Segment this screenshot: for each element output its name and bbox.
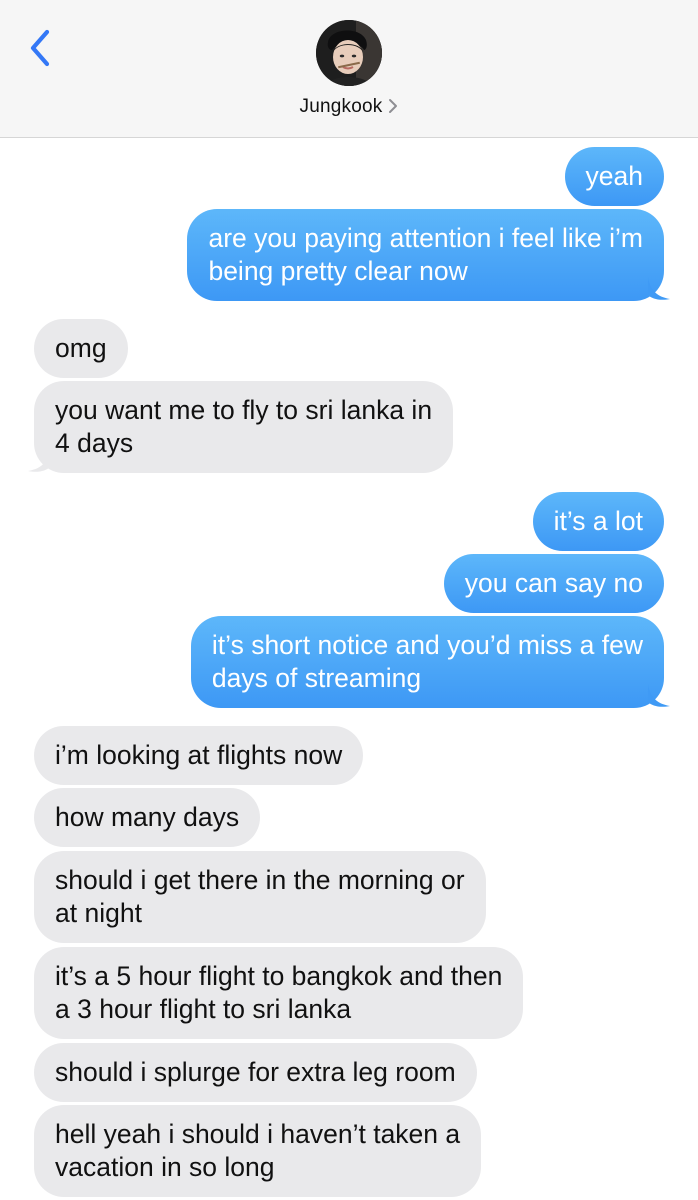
sent-message-bubble[interactable]: yeah: [564, 147, 664, 206]
message-text-line: being pretty clear now: [208, 256, 468, 286]
message-text: how many days: [55, 802, 240, 832]
message-thread: yeah are you paying attention i feel lik…: [0, 138, 698, 1200]
message-text-line: it’s short notice and you’d miss a few: [211, 630, 643, 660]
message-text-line: should i get there in the morning or: [55, 865, 465, 895]
message-text-line: hell yeah i should i haven’t taken a: [55, 1119, 461, 1149]
conversation-header: Jungkook: [0, 0, 698, 138]
sent-bubble-tail: [648, 684, 670, 707]
received-message-bubble[interactable]: hell yeah i should i haven’t taken a vac…: [34, 1105, 482, 1197]
contact-avatar[interactable]: [316, 20, 382, 86]
chevron-left-icon: [30, 29, 50, 67]
message-text-line: at night: [55, 898, 142, 928]
contact-name-button[interactable]: Jungkook: [0, 96, 698, 118]
message-text-line: vacation in so long: [55, 1152, 275, 1182]
message-text-line: 4 days: [55, 428, 134, 458]
chevron-right-icon: [389, 99, 398, 113]
message-text: yeah: [585, 161, 643, 191]
message-text-line: you want me to fly to sri lanka in: [55, 395, 433, 425]
sent-message-bubble[interactable]: are you paying attention i feel like i’m…: [187, 209, 664, 301]
back-button[interactable]: [22, 26, 62, 70]
received-message-bubble[interactable]: it’s a 5 hour flight to bangkok and then…: [34, 947, 524, 1039]
message-text: omg: [55, 333, 107, 363]
sent-bubble-tail: [648, 277, 670, 300]
message-text: it’s a lot: [553, 506, 643, 536]
message-text: you can say no: [464, 568, 643, 598]
avatar-photo: [316, 20, 382, 86]
received-message-bubble[interactable]: omg: [34, 319, 128, 378]
message-text-line: are you paying attention i feel like i’m: [208, 223, 643, 253]
received-message-bubble[interactable]: i’m looking at flights now: [34, 726, 364, 785]
message-text-line: a 3 hour flight to sri lanka: [55, 994, 352, 1024]
received-message-bubble[interactable]: how many days: [34, 788, 261, 847]
sent-message-bubble[interactable]: it’s a lot: [532, 492, 664, 551]
received-message-bubble[interactable]: you want me to fly to sri lanka in 4 day…: [34, 381, 454, 473]
message-text-line: it’s a 5 hour flight to bangkok and then: [55, 961, 503, 991]
received-message-bubble[interactable]: should i get there in the morning or at …: [34, 851, 486, 943]
sent-message-bubble[interactable]: it’s short notice and you’d miss a few d…: [190, 616, 664, 708]
message-text: i’m looking at flights now: [55, 740, 343, 770]
received-message-bubble[interactable]: should i splurge for extra leg room: [34, 1043, 477, 1102]
received-bubble-tail: [28, 449, 50, 472]
contact-name: Jungkook: [299, 96, 383, 117]
message-text-line: days of streaming: [211, 663, 422, 693]
message-text: should i splurge for extra leg room: [55, 1057, 456, 1087]
sent-message-bubble[interactable]: you can say no: [443, 554, 664, 613]
